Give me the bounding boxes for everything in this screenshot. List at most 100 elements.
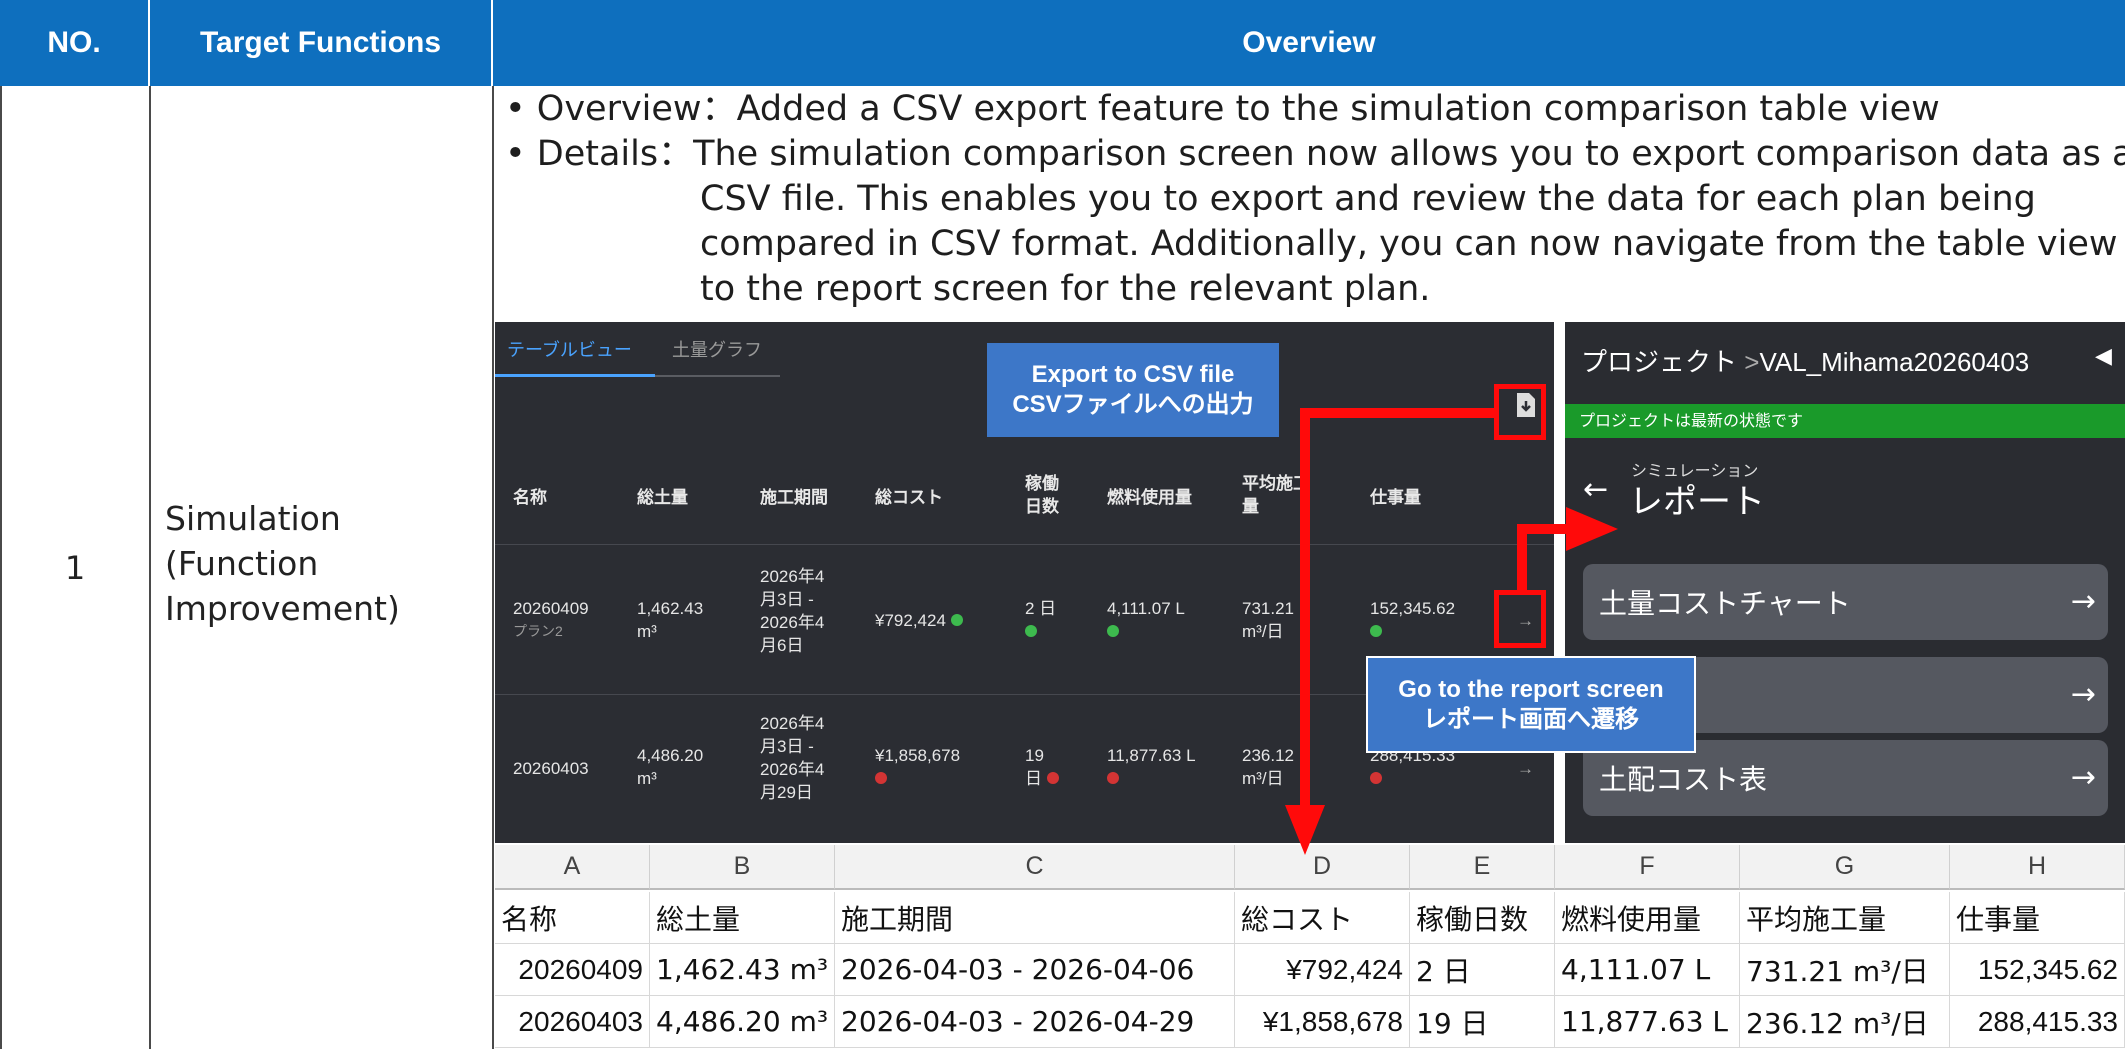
cell-cost-value: ¥792,424 [875,611,946,630]
export-arrow-line [1300,408,1496,418]
cell-plan: プラン2 [513,623,563,639]
target-function: Simulation (Function Improvement) [165,496,485,631]
report-arrow-highlight [1494,590,1546,648]
cell[interactable]: 731.21 m³/日 [1740,944,1950,996]
header-target-functions: Target Functions [150,0,493,86]
cell[interactable]: 2 日 [1410,944,1555,996]
col-days-line: 日数 [1025,497,1059,516]
column-header[interactable]: B [650,845,835,890]
active-tab-indicator [495,374,655,377]
cell-period: 2026年4 月3日 - 2026年4 月6日 [760,565,824,657]
report-title: レポート [1629,482,1765,522]
column-header[interactable]: A [495,845,650,890]
report-callout: Go to the report screen レポート画面へ遷移 [1366,656,1696,753]
cell-period-line: 2026年4 [760,613,825,632]
column-header[interactable]: C [835,845,1235,890]
tab-table-view[interactable]: テーブルビュー [507,336,632,362]
cell[interactable]: 4,486.20 m³ [650,996,835,1048]
cell[interactable]: 総土量 [650,892,835,944]
col-days-line: 稼働 [1025,474,1059,493]
status-dot [1370,625,1382,637]
cell-days-value: 19 [1025,746,1044,765]
col-soil: 総土量 [637,488,688,507]
soil-cost-chart-button[interactable]: 土量コストチャート → [1583,564,2108,640]
cell[interactable]: 平均施工量 [1740,892,1950,944]
cell[interactable]: 施工期間 [835,892,1235,944]
cell[interactable]: 稼働日数 [1410,892,1555,944]
cell-period-line: 月3日 - [760,737,814,756]
cell-cost: ¥1,858,678 [875,744,960,790]
cell[interactable]: 288,415.33 [1950,996,2125,1048]
export-callout: Export to CSV file CSVファイルへの出力 [987,343,1279,437]
cell-period-line: 2026年4 [760,567,825,586]
col-work: 仕事量 [1370,488,1421,507]
cell[interactable]: 11,877.63 L [1555,996,1740,1048]
cell-work-value: 152,345.62 [1370,599,1456,618]
breadcrumb-root[interactable]: プロジェクト [1581,347,1737,377]
details-line: to the report screen for the relevant pl… [700,269,1431,309]
cell[interactable]: 19 日 [1410,996,1555,1048]
spreadsheet: A B C D E F G H 名称 総土量 施工期間 総コスト 稼働日数 燃料… [495,845,2125,1049]
go-to-report-arrow[interactable]: → [1517,757,1534,780]
status-dot [1370,772,1382,784]
col-cost: 総コスト [875,488,943,507]
cell-avg: 731.21 m³/日 [1242,597,1294,643]
status-dot [1107,625,1119,637]
tab-soil-graph[interactable]: 土量グラフ [672,336,762,362]
cell[interactable]: 1,462.43 m³ [650,944,835,996]
header-no: NO. [0,0,150,86]
cell[interactable]: 2026-04-03 - 2026-04-06 [835,944,1235,996]
cell-work: 152,345.62 [1370,597,1455,643]
cell-period-line: 月6日 [760,636,804,655]
collapse-icon[interactable]: ◀ [2095,344,2112,369]
callout-line: レポート画面へ遷移 [1423,705,1639,733]
cell[interactable]: 236.12 m³/日 [1740,996,1950,1048]
row-divider [495,544,1554,545]
column-header[interactable]: G [1740,845,1950,890]
cell-soil-line: m³ [637,769,657,788]
overview-bullet: • Overview：Added a CSV export feature to… [505,86,1940,132]
cell-period-line: 月29日 [760,783,813,802]
cell[interactable]: 152,345.62 [1950,944,2125,996]
cell[interactable]: 総コスト [1235,892,1410,944]
arrow-right-icon: → [2070,760,2096,795]
callout-line: Export to CSV file [1031,361,1235,388]
cell[interactable]: 4,111.07 L [1555,944,1740,996]
status-dot [1025,625,1037,637]
details-label: • Details： [505,134,694,174]
cell-fuel: 11,877.63 L [1107,744,1196,790]
cell[interactable]: 20260409 [495,944,650,996]
overview-text: Added a CSV export feature to the simula… [736,89,1940,129]
cell[interactable]: 名称 [495,892,650,944]
cell[interactable]: 仕事量 [1950,892,2125,944]
cell[interactable]: 20260403 [495,996,650,1048]
cell-period-line: 月3日 - [760,590,814,609]
arrow-right-icon [1566,507,1618,551]
breadcrumb: プロジェクト >VAL_Mihama20260403 [1581,342,2029,379]
cell-fuel-value: 4,111.07 L [1107,599,1185,618]
cell[interactable]: 2026-04-03 - 2026-04-29 [835,996,1235,1048]
cell-days-value: 2 日 [1025,599,1057,618]
cell-soil: 4,486.20 m³ [637,744,703,790]
cell[interactable]: 燃料使用量 [1555,892,1740,944]
report-arrow-line [1517,524,1572,534]
cell-avg-line: m³/日 [1242,769,1284,788]
cell[interactable]: ¥1,858,678 [1235,996,1410,1048]
grid-line [492,86,494,1049]
column-header[interactable]: E [1410,845,1555,890]
details-line: compared in CSV format. Additionally, yo… [700,224,2118,264]
button-label: 土量コストチャート [1599,587,1851,620]
report-arrow-line [1517,532,1527,592]
status-dot [1046,772,1059,784]
cell-name: 20260409 [513,599,589,618]
column-header[interactable]: H [1950,845,2125,890]
export-icon-highlight [1494,384,1546,440]
target-function-line: Simulation [165,499,341,538]
cell[interactable]: ¥792,424 [1235,944,1410,996]
cell-cost: ¥792,424 [875,609,963,632]
status-dot [950,614,963,626]
col-days: 稼働 日数 [1025,472,1059,518]
column-header[interactable]: F [1555,845,1740,890]
back-arrow-icon[interactable]: ← [1583,472,1608,507]
table-row-name: 20260409 プラン2 [513,597,589,643]
